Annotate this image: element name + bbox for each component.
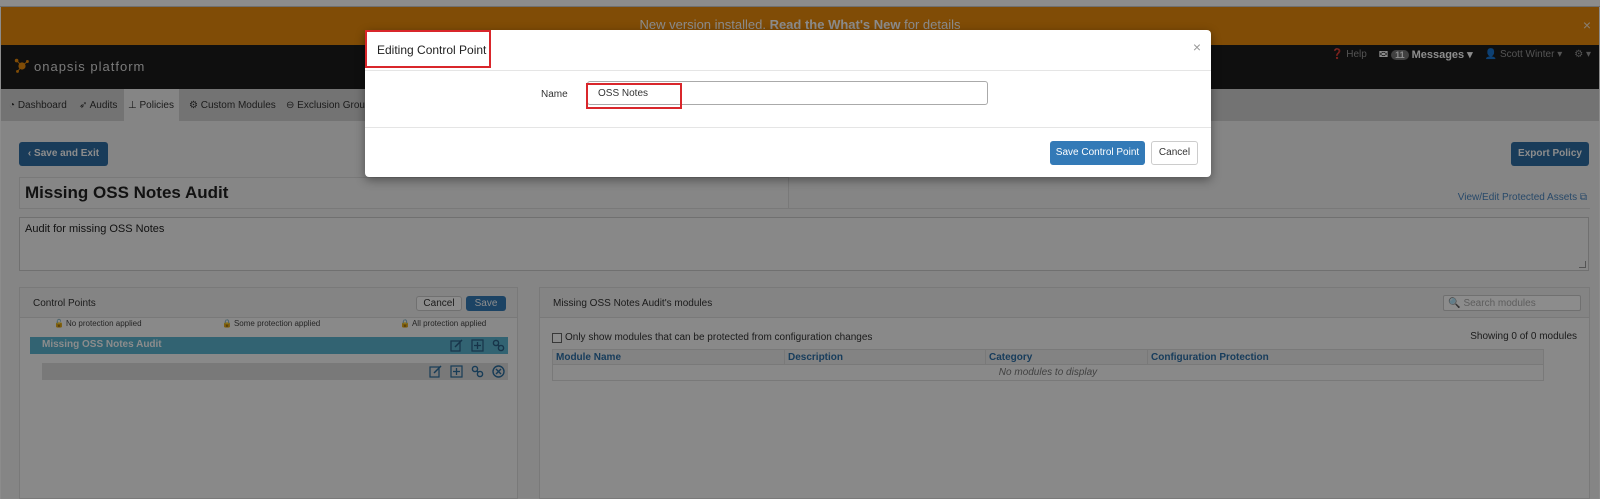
name-label: Name xyxy=(541,89,568,100)
modal-header: Editing Control Point × xyxy=(365,30,1211,71)
edit-control-point-dialog: Editing Control Point × Name Save Contro… xyxy=(365,30,1211,177)
save-control-point-button[interactable]: Save Control Point xyxy=(1050,141,1145,165)
highlight-box-title xyxy=(365,30,491,68)
cancel-button[interactable]: Cancel xyxy=(1151,141,1198,165)
close-icon[interactable]: × xyxy=(1193,39,1201,55)
modal-body: Name xyxy=(365,71,1211,128)
highlight-box-name xyxy=(586,83,682,109)
